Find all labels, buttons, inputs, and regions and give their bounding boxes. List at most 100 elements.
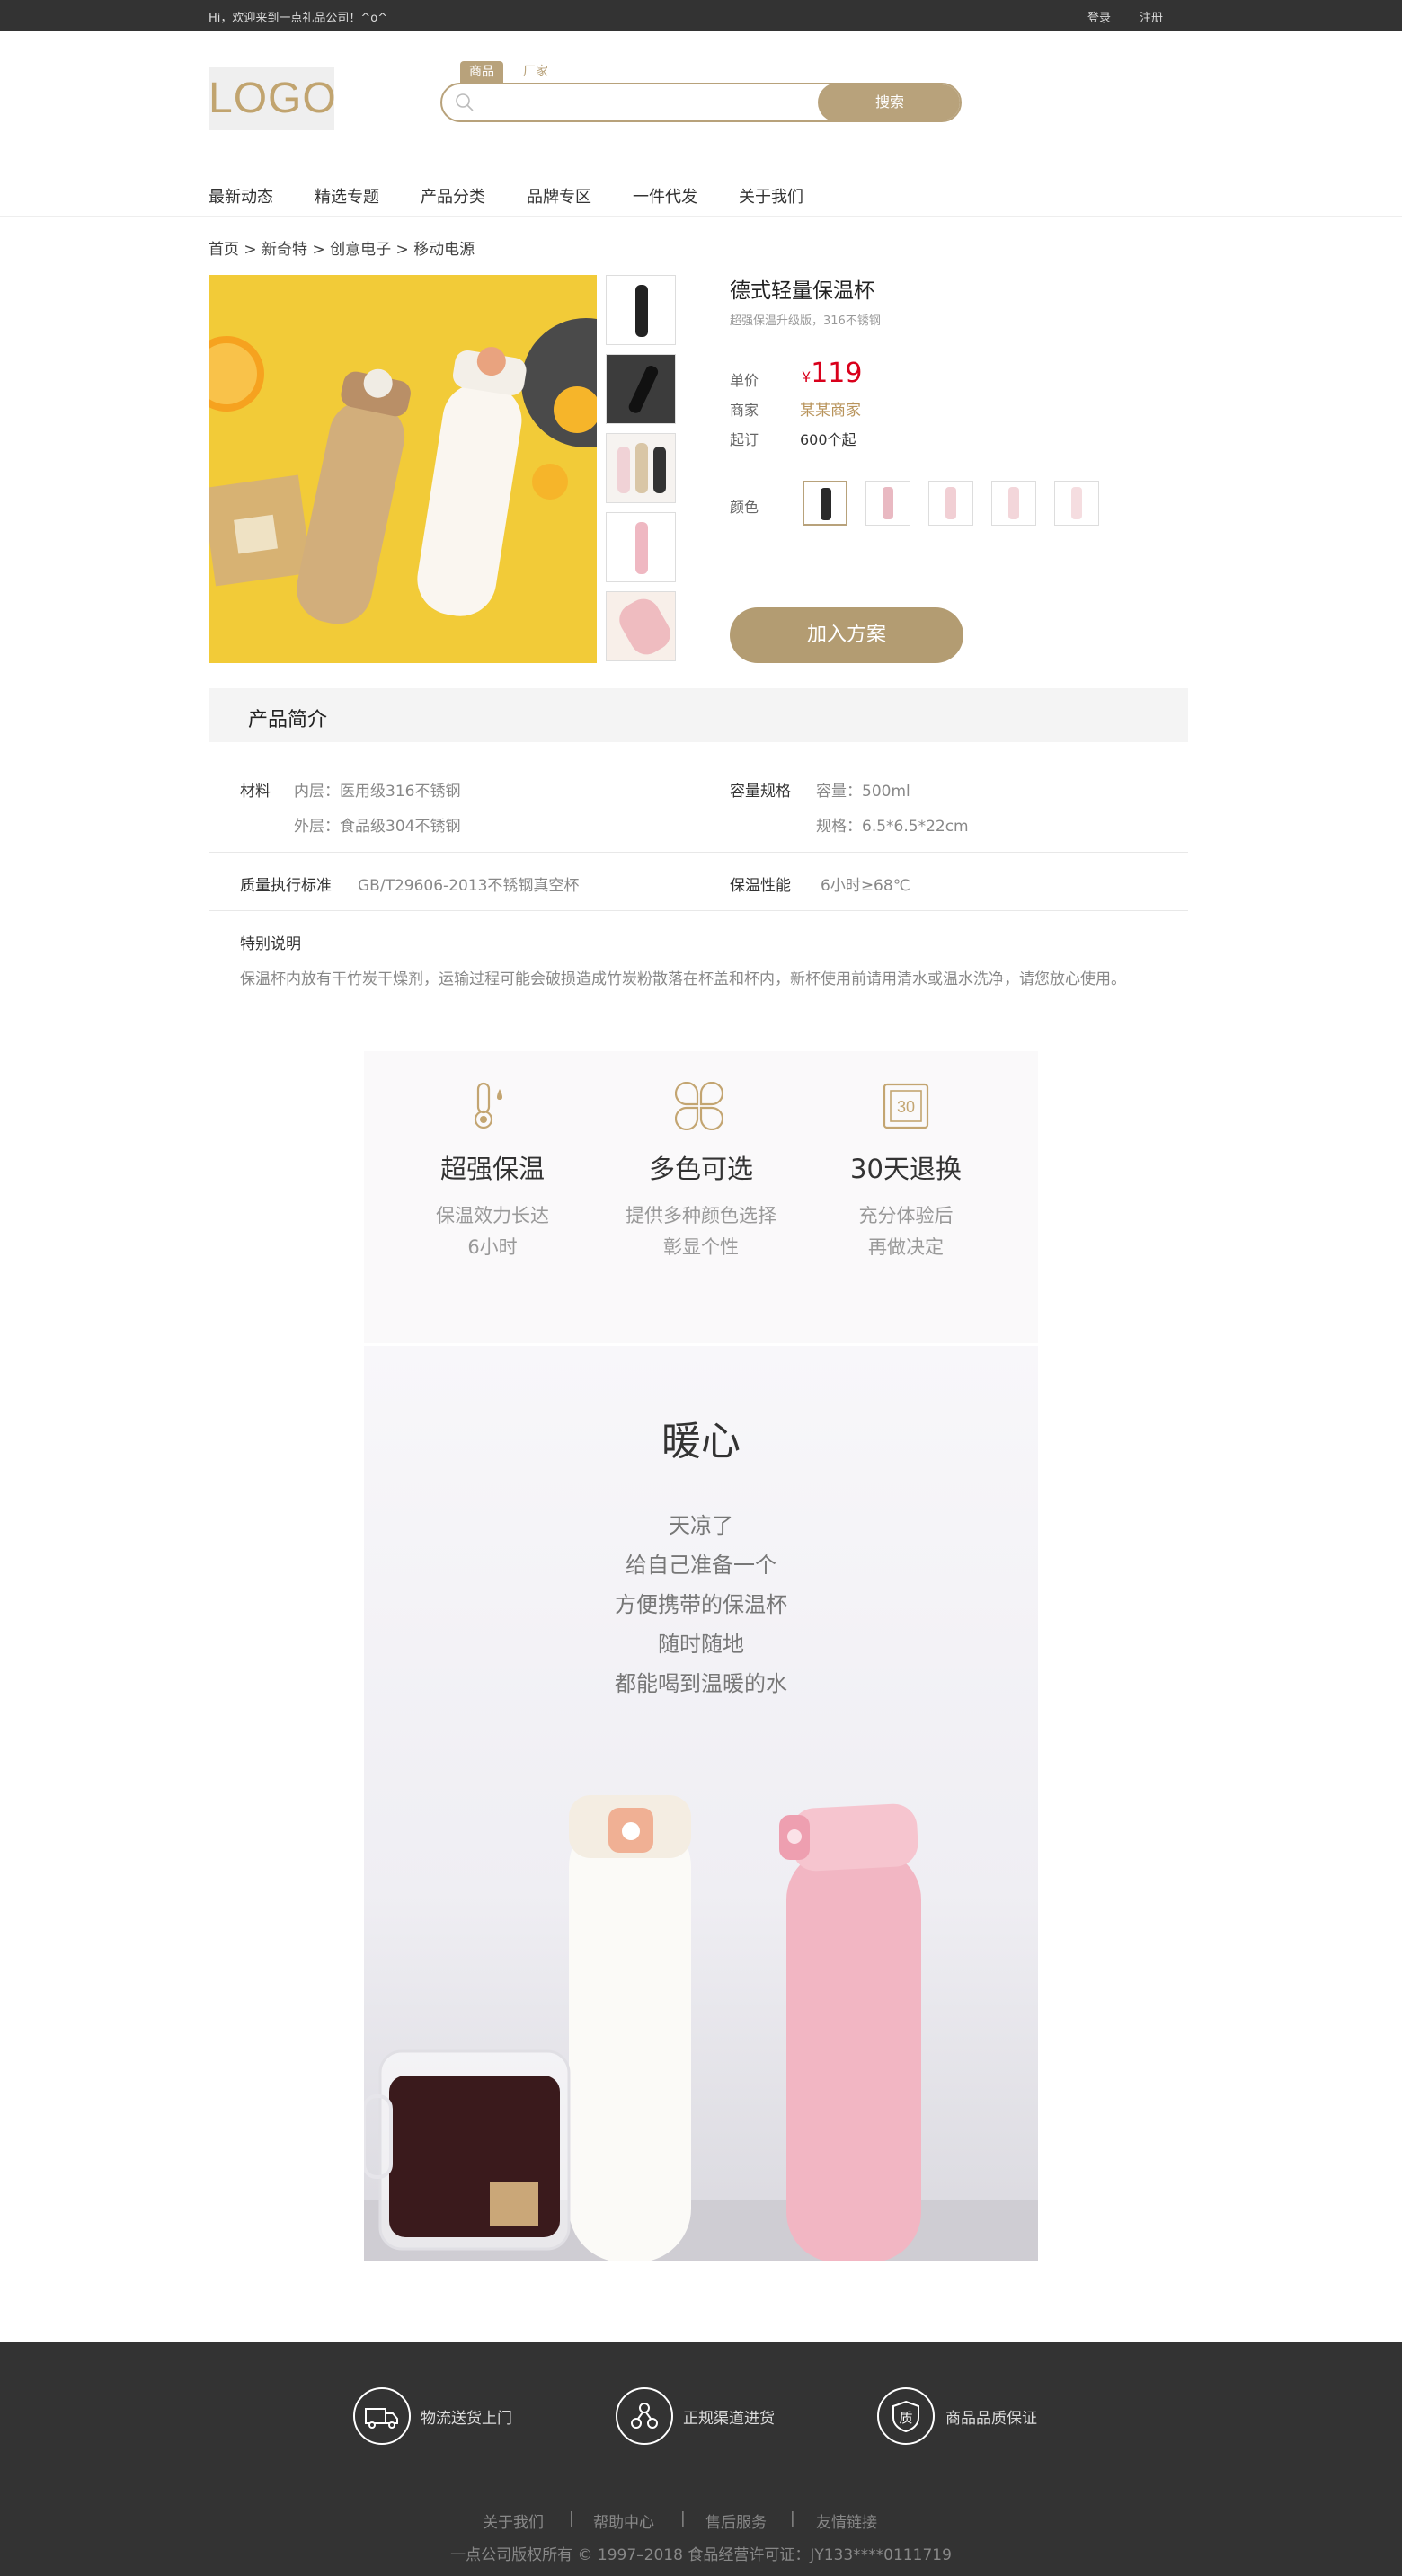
quality-glyph: 质 [899,2410,912,2426]
channel-badge [616,2387,673,2445]
feature-title-return: 30天退换 [850,1154,962,1184]
footer-link-aftersale[interactable]: 售后服务 [705,2510,767,2532]
color-swatch[interactable] [928,481,973,526]
search-input[interactable] [484,90,789,115]
seller-name[interactable]: 某某商家 [800,397,861,420]
seller-label: 商家 [730,402,759,419]
color-swatch[interactable] [803,481,847,526]
calendar-30-icon: 30 [883,1083,929,1129]
nav-brands[interactable]: 品牌专区 [527,184,591,208]
search-tab-factories[interactable]: 厂家 [514,61,557,83]
swatch-bottle [883,487,893,519]
size-value: 规格：6.5*6.5*22cm [816,818,969,836]
copyright: 一点公司版权所有 © 1997–2018 食品经营许可证：JY133****01… [450,2546,952,2564]
warm-line-4: 随时随地 [658,1632,744,1657]
product-price: ¥119 [802,358,862,389]
intro-divider-1 [209,852,1188,853]
price-value: 119 [811,358,863,389]
logo[interactable]: LOGO [209,67,336,130]
footer-separator: | [569,2510,574,2527]
product-title: 德式轻量保温杯 [730,279,874,303]
search-button[interactable]: 搜索 [818,84,960,120]
clover-icon [675,1082,723,1130]
feature-desc-warm-1: 保温效力长达 [436,1205,549,1226]
service-channel: 正规渠道进货 [683,2410,775,2428]
top-bar: Hi，欢迎来到一点礼品公司！^o^ 登录 注册 [0,0,1402,31]
quality-shield-icon: 质 [892,2400,919,2433]
note-text: 保温杯内放有干竹炭干燥剂，运输过程可能会破损造成竹炭粉散落在杯盖和杯内，新杯使用… [240,970,1126,988]
calendar-number: 30 [897,1098,915,1116]
price-label: 单价 [730,372,759,389]
service-delivery: 物流送货上门 [421,2410,512,2428]
feature-desc-colors-2: 彰显个性 [663,1236,739,1258]
material-inner: 内层：医用级316不锈钢 [294,783,461,801]
delivery-badge [353,2387,411,2445]
keep-warm-value: 6小时≥68℃ [821,877,910,895]
swatch-bottle [821,488,831,520]
swatch-bottle [1008,487,1019,519]
search-icon [456,93,474,111]
warm-line-2: 给自己准备一个 [626,1553,776,1578]
nav-categories[interactable]: 产品分类 [421,184,485,208]
swatch-bottle [1071,487,1082,519]
standard-value: GB/T29606-2013不锈钢真空杯 [358,877,580,895]
warm-banner [364,1346,1038,2261]
color-label: 颜色 [730,499,759,516]
thumbnail-2[interactable] [606,354,676,424]
welcome-text: Hi，欢迎来到一点礼品公司！^o^ [209,12,388,25]
product-subtitle: 超强保温升级版，316不锈钢 [730,314,881,328]
thumbnail-1[interactable] [606,275,676,345]
warm-line-3: 方便携带的保温杯 [615,1592,787,1617]
color-swatch[interactable] [991,481,1036,526]
feature-desc-colors-1: 提供多种颜色选择 [626,1205,776,1226]
feature-title-warm: 超强保温 [439,1154,545,1184]
note-key: 特别说明 [240,935,301,953]
nav-divider [0,216,1402,217]
capacity-key: 容量规格 [730,783,791,801]
feature-desc-return-2: 再做决定 [868,1236,944,1258]
nav-about[interactable]: 关于我们 [739,184,803,208]
color-swatch[interactable] [1054,481,1099,526]
thumbnail-5[interactable] [606,591,676,661]
feature-title-colors: 多色可选 [648,1154,753,1184]
warm-title: 暖心 [661,1419,741,1465]
breadcrumb: 首页 > 新奇特 > 创意电子 > 移动电源 [209,241,475,259]
moq-value: 600个起 [800,431,856,448]
login-link[interactable]: 登录 [1087,8,1111,25]
thumbnail-4[interactable] [606,512,676,582]
material-key: 材料 [240,783,271,801]
quality-badge: 质 [877,2387,935,2445]
standard-key: 质量执行标准 [240,877,332,895]
nav-featured[interactable]: 精选专题 [315,184,379,208]
feature-desc-return-1: 充分体验后 [858,1205,954,1226]
keep-warm-key: 保温性能 [730,877,791,895]
footer-link-friends[interactable]: 友情链接 [816,2510,877,2532]
footer-link-about[interactable]: 关于我们 [483,2510,544,2532]
material-outer: 外层：食品级304不锈钢 [294,818,461,836]
warm-line-1: 天凉了 [669,1513,733,1538]
intro-header: 产品简介 [209,688,1188,742]
intro-heading: 产品简介 [248,709,328,731]
feature-desc-warm-2: 6小时 [467,1236,518,1258]
register-link[interactable]: 注册 [1140,8,1163,25]
currency-symbol: ¥ [802,368,812,385]
footer-link-help[interactable]: 帮助中心 [593,2510,654,2532]
footer [0,2342,1402,2576]
search-bar: 搜索 [440,83,962,122]
color-swatch[interactable] [865,481,910,526]
search-tab-products[interactable]: 商品 [460,61,503,83]
add-to-plan-button[interactable]: 加入方案 [730,607,963,663]
service-quality: 商品品质保证 [945,2410,1037,2428]
capacity-value: 容量：500ml [816,783,910,801]
main-product-image [209,275,597,663]
swatch-bottle [945,487,956,519]
truck-icon [365,2408,398,2429]
footer-separator: | [680,2510,686,2527]
thermometer-icon [474,1082,502,1129]
moq-label: 起订 [730,431,759,448]
nav-dropship[interactable]: 一件代发 [633,184,697,208]
thumbnail-3[interactable] [606,433,676,503]
nav-latest[interactable]: 最新动态 [209,184,273,208]
intro-divider-2 [209,910,1188,911]
network-icon [631,2403,658,2429]
